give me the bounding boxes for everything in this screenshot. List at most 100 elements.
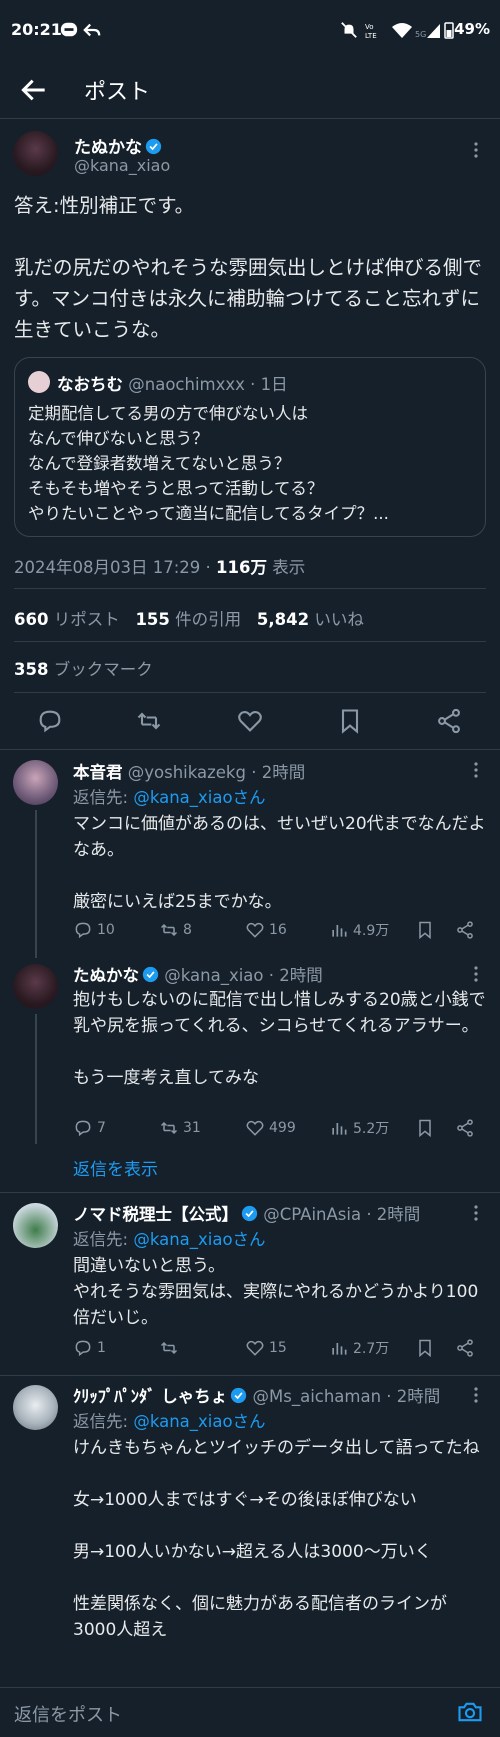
reply-avatar[interactable] — [13, 760, 58, 805]
bookmark-stat[interactable]: 358 ブックマーク — [14, 656, 153, 680]
reply-author-name[interactable]: 本音君 — [73, 763, 123, 782]
post-timestamp-line: 2024年08月03日 17:29 · 116万 表示 — [14, 558, 306, 577]
share-icon[interactable] — [435, 707, 463, 735]
view-label: 表示 — [272, 558, 306, 577]
reply-body: マンコに価値があるのは、せいぜい20代までなんだよなあ。 厳密にいえば25までか… — [73, 814, 486, 912]
volte-icon: VoLTE — [365, 23, 377, 39]
repost-count[interactable] — [159, 1338, 183, 1358]
verified-badge-icon — [142, 966, 159, 983]
divider — [0, 1375, 500, 1376]
view-count: 116万 — [216, 558, 267, 577]
battery-level: 49% — [454, 20, 490, 38]
author-name[interactable]: たぬかな — [74, 138, 142, 158]
quote-body: 定期配信してる男の方で伸びない人は なんで伸びないと思う？ なんで登録者数増えて… — [28, 404, 389, 523]
show-replies-link[interactable]: 返信を表示 — [73, 1155, 158, 1180]
page-title: ポスト — [84, 80, 151, 105]
post-timestamp: 2024年08月03日 17:29 — [14, 558, 201, 577]
back-arrow-icon[interactable] — [18, 74, 50, 106]
svg-text:5G: 5G — [415, 30, 426, 39]
quote-meta: @naochimxxx · 1日 — [128, 375, 288, 394]
share-icon[interactable] — [455, 920, 475, 940]
reply-to-line: 返信先: @kana_xiaoさん — [73, 1412, 266, 1431]
reply-count[interactable]: 7 — [73, 1118, 106, 1138]
reply-input-placeholder[interactable]: 返信をポスト — [14, 1701, 122, 1727]
reply-meta: @yoshikazekg · 2時間 — [127, 763, 306, 782]
like-count[interactable]: 16 — [245, 920, 287, 940]
reply-composer[interactable]: 返信をポスト — [0, 1687, 500, 1737]
reply-to-link[interactable]: @kana_xiaoさん — [133, 1230, 265, 1249]
repost-stat[interactable]: 660 リポスト — [14, 610, 120, 629]
reply-to-line: 返信先: @kana_xiaoさん — [73, 1230, 266, 1249]
like-icon[interactable] — [236, 707, 264, 735]
reply-avatar[interactable] — [13, 1385, 58, 1430]
reply-arrow-status-icon — [83, 23, 101, 37]
view-count[interactable]: 2.7万 — [329, 1338, 389, 1358]
more-options-icon[interactable] — [466, 1203, 486, 1223]
divider — [14, 641, 486, 642]
share-icon[interactable] — [455, 1338, 475, 1358]
thread-line — [35, 810, 37, 958]
reply-icon[interactable] — [36, 707, 64, 735]
mute-icon — [341, 22, 357, 38]
reply-count[interactable]: 10 — [73, 920, 115, 940]
reply-author-name[interactable]: ｸﾘｯﾌﾟﾊﾟﾝﾀﾞ しゃちょ — [73, 1387, 227, 1406]
reply-to-link[interactable]: @kana_xiaoさん — [133, 788, 265, 807]
line-app-icon — [60, 22, 78, 37]
svg-text:Vo: Vo — [365, 23, 374, 31]
svg-text:LTE: LTE — [365, 32, 377, 39]
like-stat[interactable]: 5,842 いいね — [257, 610, 364, 629]
divider — [14, 588, 486, 589]
reply-avatar[interactable] — [13, 964, 58, 1009]
verified-badge-icon — [145, 138, 162, 155]
quote-stat[interactable]: 155 件の引用 — [135, 610, 241, 629]
like-count[interactable]: 15 — [245, 1338, 287, 1358]
post-action-bar — [0, 693, 500, 749]
author-handle[interactable]: @kana_xiao — [74, 156, 170, 175]
divider — [0, 1192, 500, 1193]
more-options-icon[interactable] — [466, 964, 486, 984]
more-options-icon[interactable] — [466, 760, 486, 780]
top-bar: ポスト — [0, 62, 500, 118]
header-divider — [0, 118, 500, 119]
reply-avatar[interactable] — [13, 1203, 58, 1248]
quote-avatar — [28, 371, 50, 393]
reply-meta: @Ms_aichaman · 2時間 — [252, 1387, 441, 1406]
verified-badge-icon — [231, 1387, 247, 1404]
divider — [0, 749, 500, 750]
like-count[interactable]: 499 — [245, 1118, 296, 1138]
wifi-icon — [392, 23, 412, 38]
reply-author-name[interactable]: たぬかな — [73, 966, 139, 985]
reply-count[interactable]: 1 — [73, 1338, 106, 1358]
reply-action-bar: 7 31 499 5.2万 — [73, 1118, 488, 1142]
thread-line — [35, 1014, 37, 1144]
quote-author-name: なおちむ — [57, 375, 123, 394]
more-options-icon[interactable] — [466, 140, 486, 160]
reply-to-link[interactable]: @kana_xiaoさん — [133, 1412, 265, 1431]
engagement-stats: 660 リポスト 155 件の引用 5,842 いいね — [14, 606, 364, 630]
reply-to-line: 返信先: @kana_xiaoさん — [73, 788, 266, 807]
bookmark-icon[interactable] — [336, 707, 364, 735]
repost-count[interactable]: 8 — [159, 920, 192, 940]
reply-meta: @kana_xiao · 2時間 — [164, 966, 323, 985]
reply-action-bar: 1 15 2.7万 — [73, 1338, 488, 1362]
reply-body: けんきもちゃんとツイッチのデータ出して語ってたね 女→1000人まではすぐ→その… — [73, 1438, 480, 1640]
repost-count[interactable]: 31 — [159, 1118, 201, 1138]
bookmark-icon[interactable] — [415, 1338, 435, 1358]
more-options-icon[interactable] — [466, 1385, 486, 1405]
bookmark-icon[interactable] — [415, 920, 435, 940]
signal-icon: 5G — [415, 24, 440, 39]
reply-author-name[interactable]: ノマド税理士【公式】 — [73, 1205, 238, 1224]
battery-icon — [444, 22, 454, 39]
camera-icon[interactable] — [456, 1698, 484, 1726]
reply-body: 間違いないと思う。 やれそうな雰囲気は、実際にやれるかどうかより100倍だいじ。 — [73, 1256, 479, 1328]
repost-icon[interactable] — [135, 707, 163, 735]
author-avatar[interactable] — [13, 131, 58, 176]
view-count[interactable]: 5.2万 — [329, 1118, 389, 1138]
bookmark-icon[interactable] — [415, 1118, 435, 1138]
post-body: 答え:性別補正です。 乳だの尻だのやれそうな雰囲気出しとけば伸びる側です。マンコ… — [14, 194, 483, 341]
reply-meta: @CPAinAsia · 2時間 — [263, 1205, 421, 1224]
reply-body: 抱けもしないのに配信で出し惜しみする20歳と小銭で乳や尻を振ってくれる、シコらせ… — [73, 990, 486, 1088]
reply-action-bar: 10 8 16 4.9万 — [73, 920, 488, 944]
share-icon[interactable] — [455, 1118, 475, 1138]
view-count[interactable]: 4.9万 — [329, 920, 389, 940]
